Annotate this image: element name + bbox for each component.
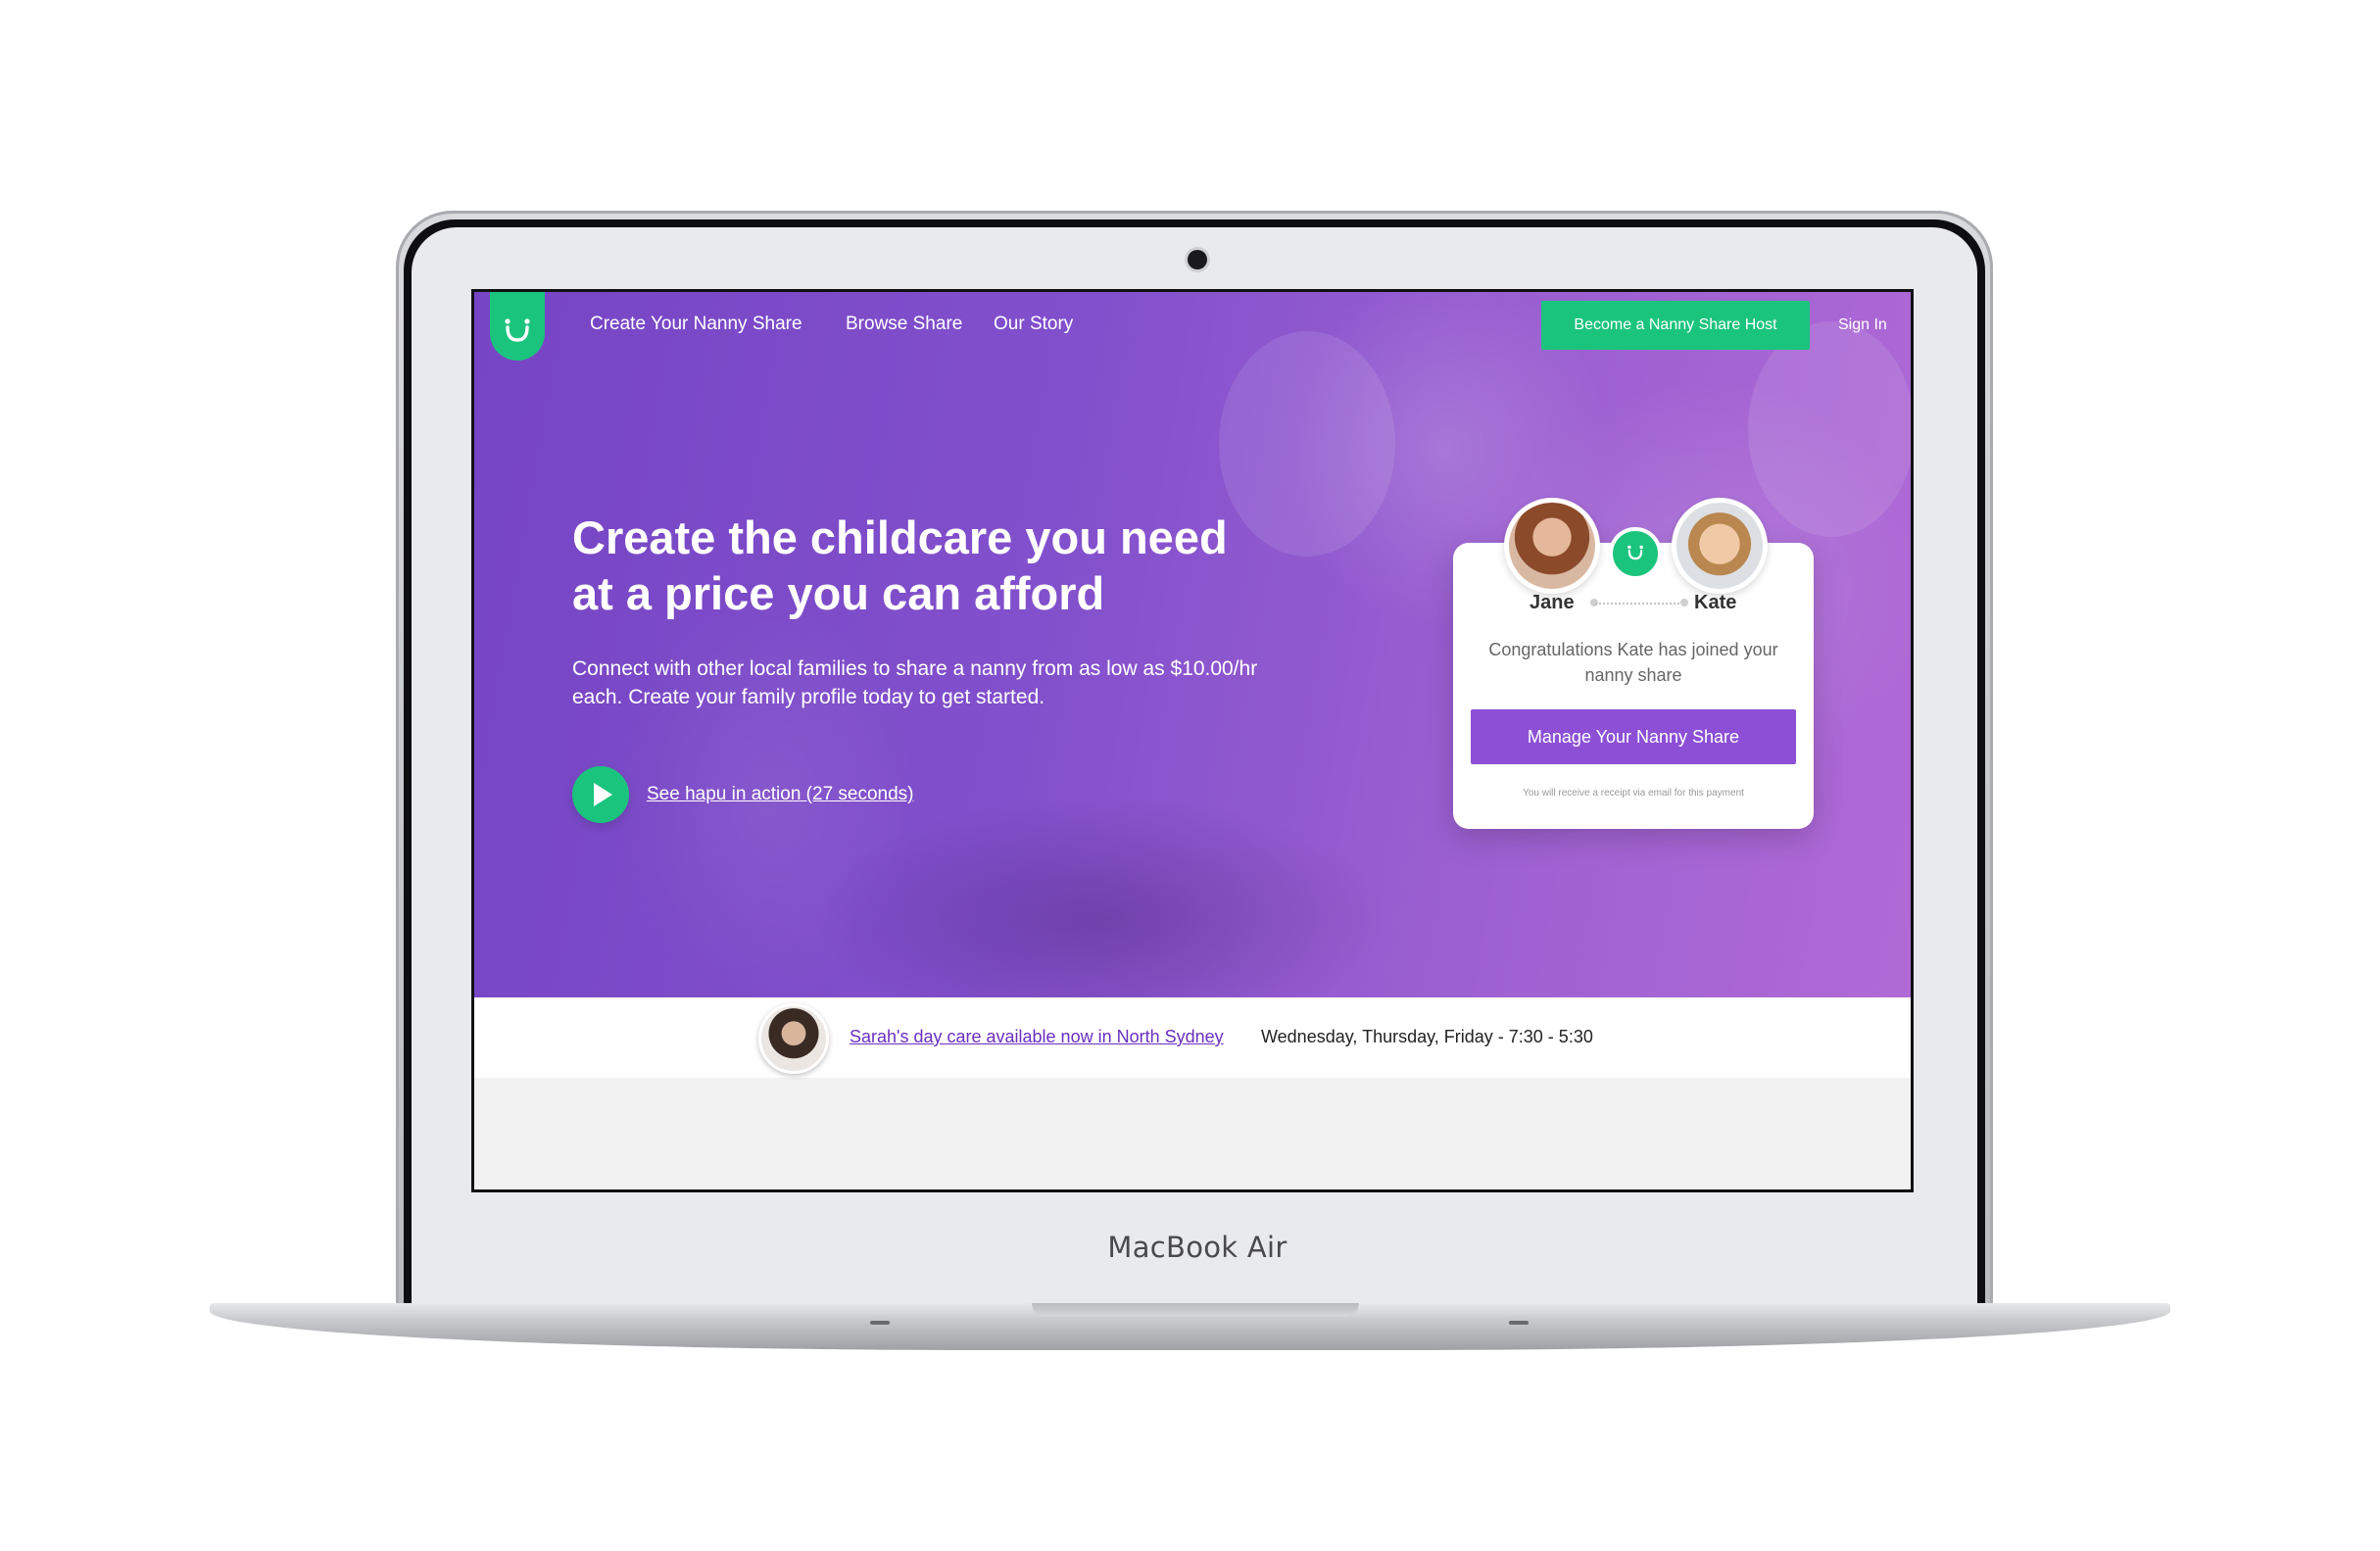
hero-photo-overlay [1748, 321, 1911, 537]
hero-headline: Create the childcare you need at a price… [572, 511, 1228, 619]
play-button[interactable] [572, 766, 629, 823]
receipt-note: You will receive a receipt via email for… [1523, 788, 1744, 799]
connector-line [1595, 603, 1683, 605]
name-kate: Kate [1694, 592, 1737, 613]
manage-nanny-share-button[interactable]: Manage Your Nanny Share [1471, 709, 1796, 764]
connector-dot [1680, 599, 1688, 606]
name-jane: Jane [1530, 592, 1575, 613]
sign-in-link[interactable]: Sign In [1838, 316, 1887, 334]
become-host-button[interactable]: Become a Nanny Share Host [1541, 301, 1810, 350]
hapu-logo-icon [1627, 545, 1643, 560]
hapu-logo[interactable] [490, 292, 545, 361]
congrats-message: Congratulations Kate has joined your nan… [1488, 640, 1778, 685]
laptop-foot [870, 1321, 890, 1325]
device-label: MacBook Air [1107, 1231, 1287, 1264]
card-logo-badge [1609, 527, 1662, 580]
hero-section: Create Your Nanny Share Browse Share Our… [474, 292, 1911, 997]
avatar-sarah [758, 1003, 829, 1074]
nav-create-nanny-share[interactable]: Create Your Nanny Share [590, 314, 802, 335]
hapu-logo-icon [505, 318, 530, 342]
hero-subtext: Connect with other local families to sha… [572, 657, 1258, 708]
nav-browse-share[interactable]: Browse Share [846, 314, 962, 335]
avatar-jane [1504, 498, 1600, 594]
laptop-foot [1509, 1321, 1529, 1325]
camera-icon [1188, 250, 1207, 269]
nanny-share-card: Jane Kate Congratulations Kate has joine… [1453, 498, 1814, 829]
availability-banner: Sarah's day care available now in North … [474, 997, 1911, 1078]
schedule-text: Wednesday, Thursday, Friday - 7:30 - 5:3… [1261, 1027, 1593, 1046]
nav-our-story[interactable]: Our Story [994, 314, 1073, 335]
browser-viewport: Create Your Nanny Share Browse Share Our… [471, 289, 1914, 1192]
video-link[interactable]: See hapu in action (27 seconds) [647, 784, 914, 805]
daycare-link[interactable]: Sarah's day care available now in North … [850, 1027, 1224, 1047]
laptop-notch [1032, 1303, 1359, 1317]
avatar-kate [1672, 498, 1768, 594]
play-icon [594, 783, 612, 806]
